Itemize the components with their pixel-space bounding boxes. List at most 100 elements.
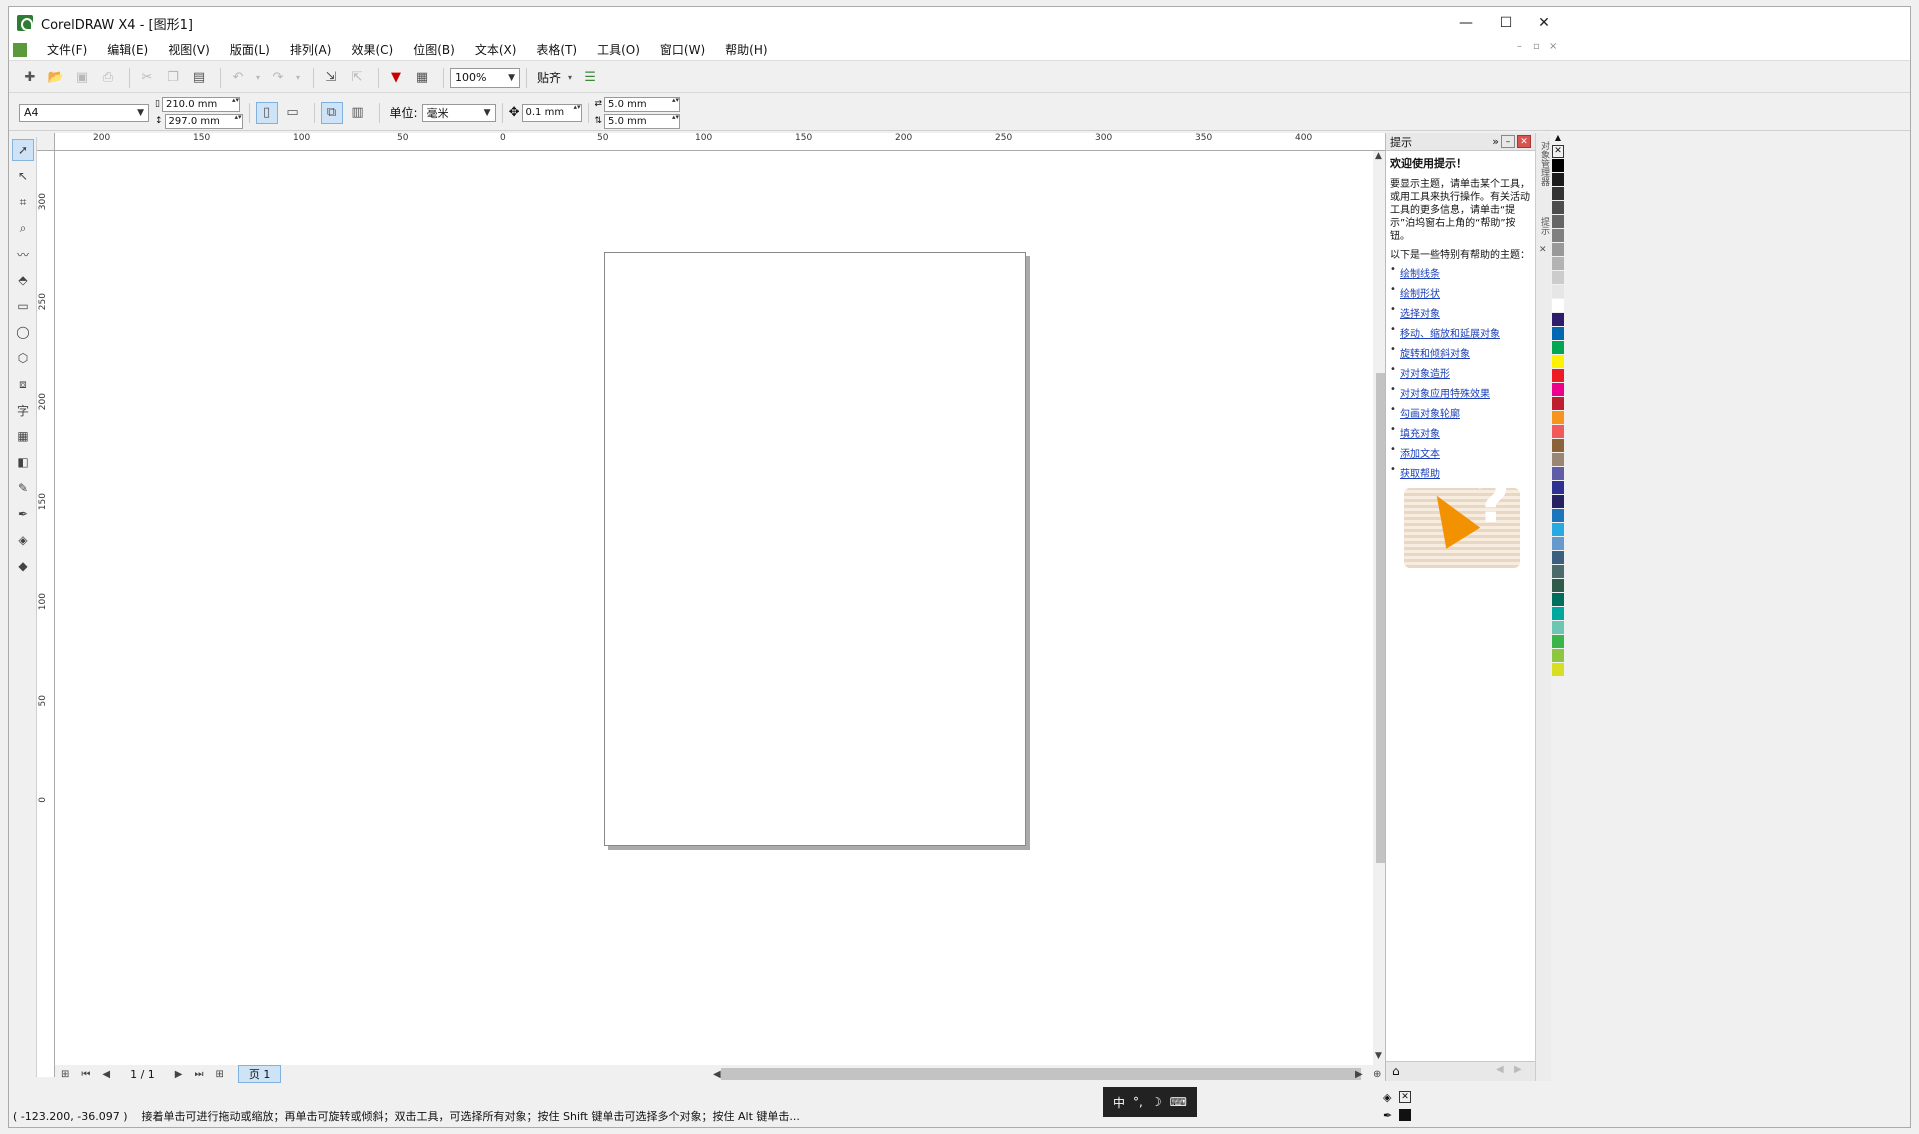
no-color-swatch[interactable]: ✕: [1552, 145, 1564, 158]
close-button[interactable]: ✕: [1521, 7, 1567, 39]
snap-dropdown-icon[interactable]: ▾: [565, 67, 575, 89]
rectangle-tool-icon[interactable]: ▭: [12, 295, 34, 317]
topic-link[interactable]: 对对象造形: [1390, 363, 1531, 381]
interactive-blend-tool-icon[interactable]: ◧: [12, 451, 34, 473]
shape-tool-icon[interactable]: ↖: [12, 165, 34, 187]
topic-link[interactable]: 旋转和倾斜对象: [1390, 343, 1531, 361]
menu-file[interactable]: 文件(F): [37, 39, 97, 61]
palette-scroll-up-icon[interactable]: ▲: [1551, 133, 1565, 145]
menu-arrange[interactable]: 排列(A): [280, 39, 342, 61]
color-swatch[interactable]: [1552, 593, 1564, 606]
crop-tool-icon[interactable]: ⌗: [12, 191, 34, 213]
eyedropper-tool-icon[interactable]: ✎: [12, 477, 34, 499]
next-page-icon[interactable]: ▶: [175, 1069, 183, 1080]
color-swatch[interactable]: [1552, 215, 1564, 228]
no-fill-swatch[interactable]: ✕: [1399, 1091, 1411, 1103]
topic-link[interactable]: 移动、缩放和延展对象: [1390, 323, 1531, 341]
home-icon[interactable]: ⌂: [1392, 1064, 1400, 1078]
text-tool-icon[interactable]: 字: [12, 399, 34, 421]
current-page-icon[interactable]: ▥: [347, 102, 369, 124]
nudge-distance-field[interactable]: 0.1 mm: [521, 103, 582, 122]
duplicate-y-field[interactable]: 5.0 mm: [604, 113, 681, 129]
color-swatch[interactable]: [1552, 299, 1564, 312]
table-tool-icon[interactable]: ▦: [12, 425, 34, 447]
menu-bitmaps[interactable]: 位图(B): [403, 39, 465, 61]
mdi-close-icon[interactable]: ×: [1549, 41, 1557, 52]
outline-tool-icon[interactable]: ✒: [12, 503, 34, 525]
color-swatch[interactable]: [1552, 369, 1564, 382]
menu-text[interactable]: 文本(X): [465, 39, 527, 61]
menu-tools[interactable]: 工具(O): [587, 39, 650, 61]
topic-link[interactable]: 对对象应用特殊效果: [1390, 383, 1531, 401]
last-page-icon[interactable]: ⏭: [195, 1069, 204, 1080]
zoom-tool-icon[interactable]: ⌕: [12, 217, 34, 239]
mdi-minimize-icon[interactable]: –: [1517, 41, 1522, 52]
first-page-icon[interactable]: ⏮: [81, 1069, 90, 1080]
redo-icon[interactable]: ↷: [267, 67, 289, 89]
copy-icon[interactable]: ❐: [162, 67, 184, 89]
color-swatch[interactable]: [1552, 327, 1564, 340]
color-swatch[interactable]: [1552, 257, 1564, 270]
import-icon[interactable]: ⇲: [320, 67, 342, 89]
duplicate-x-field[interactable]: 5.0 mm: [604, 96, 681, 112]
color-swatch[interactable]: [1552, 229, 1564, 242]
save-icon[interactable]: ▣: [71, 67, 93, 89]
document-icon[interactable]: [13, 42, 27, 57]
options-icon[interactable]: ☰: [579, 67, 601, 89]
ime-language[interactable]: 中: [1113, 1094, 1125, 1111]
color-swatch[interactable]: [1552, 551, 1564, 564]
paper-size-select[interactable]: A4 ▼: [19, 103, 149, 122]
undo-icon[interactable]: ↶: [227, 67, 249, 89]
zoom-level-select[interactable]: 100% ▼: [450, 67, 520, 88]
menu-view[interactable]: 视图(V): [158, 39, 220, 61]
menu-table[interactable]: 表格(T): [526, 39, 587, 61]
topic-link[interactable]: 添加文本: [1390, 443, 1531, 461]
color-swatch[interactable]: [1552, 565, 1564, 578]
scroll-left-icon[interactable]: ◀: [713, 1069, 721, 1080]
color-swatch[interactable]: [1552, 411, 1564, 424]
color-swatch[interactable]: [1552, 271, 1564, 284]
color-swatch[interactable]: [1552, 201, 1564, 214]
topic-link[interactable]: 勾画对象轮廓: [1390, 403, 1531, 421]
outline-color-swatch[interactable]: [1399, 1109, 1411, 1121]
horizontal-ruler[interactable]: 200 150 100 50 0 50 100 150 200 250 300 …: [55, 133, 1385, 151]
navigator-zoom-icon[interactable]: ⊕: [1373, 1069, 1381, 1080]
color-swatch[interactable]: [1552, 621, 1564, 634]
prev-page-icon[interactable]: ◀: [102, 1069, 110, 1080]
welcome-screen-icon[interactable]: ▦: [411, 67, 433, 89]
color-swatch[interactable]: [1552, 649, 1564, 662]
hints-tab[interactable]: 提示: [1538, 217, 1551, 235]
page-tab-1[interactable]: 页 1: [237, 1065, 282, 1083]
color-swatch[interactable]: [1552, 467, 1564, 480]
add-page-after-icon[interactable]: ⊞: [216, 1069, 224, 1080]
print-icon[interactable]: ⎙: [97, 67, 119, 89]
color-swatch[interactable]: [1552, 243, 1564, 256]
all-pages-icon[interactable]: ⧉: [320, 101, 343, 124]
pick-tool-icon[interactable]: ➚: [12, 139, 34, 161]
interactive-fill-tool-icon[interactable]: ◆: [12, 555, 34, 577]
page-width-field[interactable]: 210.0 mm: [161, 96, 240, 112]
color-swatch[interactable]: [1552, 481, 1564, 494]
topic-link[interactable]: 获取帮助: [1390, 463, 1531, 481]
outline-indicator-icon[interactable]: ✒: [1383, 1109, 1392, 1122]
expand-arrows-icon[interactable]: »: [1492, 135, 1499, 148]
color-swatch[interactable]: [1552, 495, 1564, 508]
new-icon[interactable]: ✚: [19, 67, 41, 89]
color-swatch[interactable]: [1552, 173, 1564, 186]
color-swatch[interactable]: [1552, 579, 1564, 592]
fill-indicator-icon[interactable]: ◈: [1383, 1091, 1391, 1104]
color-swatch[interactable]: [1552, 663, 1564, 676]
menu-help[interactable]: 帮助(H): [715, 39, 777, 61]
tab-close-icon[interactable]: ✕: [1539, 245, 1547, 255]
polygon-tool-icon[interactable]: ⬡: [12, 347, 34, 369]
color-swatch[interactable]: [1552, 285, 1564, 298]
paste-icon[interactable]: ▤: [188, 67, 210, 89]
ime-punct[interactable]: °,: [1133, 1095, 1143, 1109]
topic-link[interactable]: 填充对象: [1390, 423, 1531, 441]
color-swatch[interactable]: [1552, 439, 1564, 452]
forward-icon[interactable]: ▶: [1514, 1064, 1522, 1075]
a4-page[interactable]: [604, 252, 1026, 846]
ime-toolbar[interactable]: 中 °, ☽ ⌨: [1103, 1087, 1197, 1117]
snap-to-button[interactable]: 贴齐: [537, 69, 561, 86]
topic-link[interactable]: 绘制线条: [1390, 263, 1531, 281]
